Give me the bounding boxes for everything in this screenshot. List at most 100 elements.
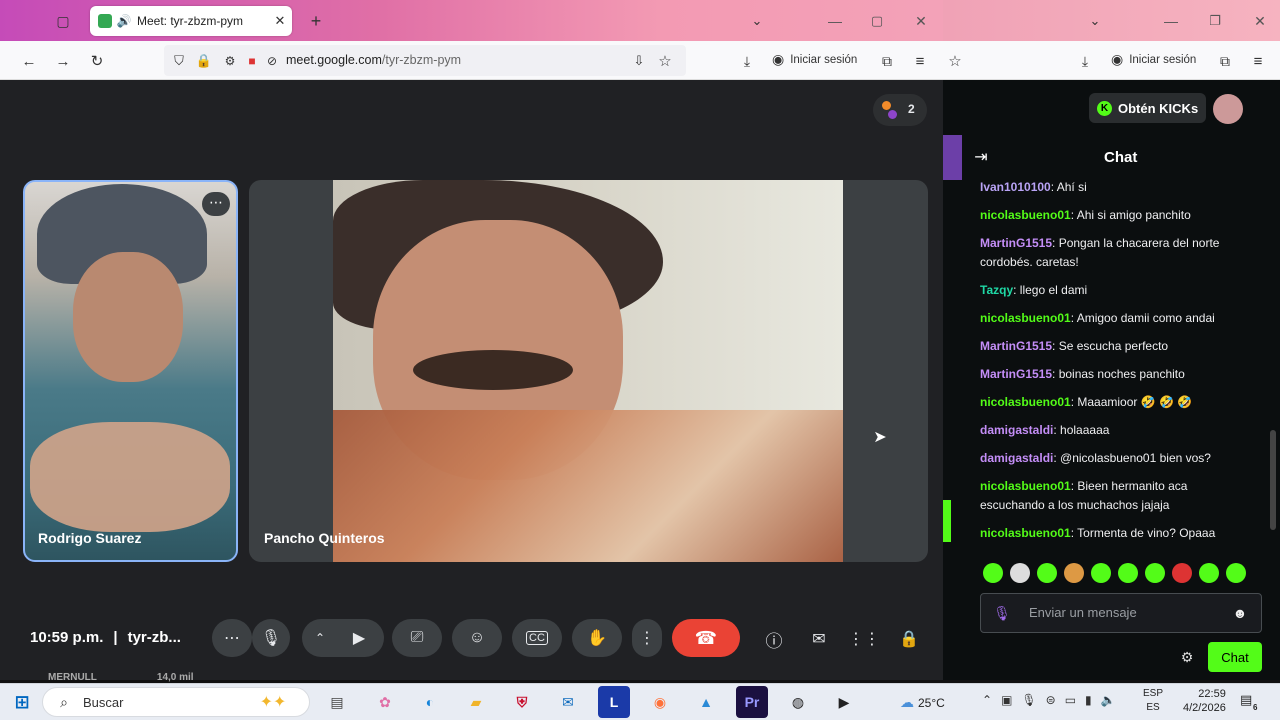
raise-hand-button[interactable]: ✋ [572,619,622,657]
obs-icon[interactable]: ◍ [782,686,814,718]
bookmark-star-icon[interactable]: ☆ [655,51,675,71]
camera-permission-icon[interactable]: ■ [242,51,262,71]
emote-icon[interactable] [1010,563,1030,583]
task-view-icon[interactable]: ▤ [321,686,353,718]
avatar[interactable] [1213,94,1243,124]
tab-meet[interactable]: 🔊 Meet: tyr-zbzm-pym ✕ [90,6,292,36]
send-chat-button[interactable]: Chat [1208,642,1262,672]
minimize-icon[interactable]: — [1160,10,1182,32]
message-input[interactable]: 🎙 Enviar un mensaje ☻ [980,593,1262,633]
chat-username[interactable]: nicolasbueno01 [980,208,1071,222]
windows-start-icon[interactable]: ⊞ [6,686,38,718]
signin-button[interactable]: ◉ Iniciar sesión [772,51,857,68]
host-controls-icon[interactable]: 🔒 [897,627,921,651]
emote-icon[interactable] [1118,563,1138,583]
weather-widget[interactable]: ☁ 25°C [900,694,945,711]
media-player-icon[interactable]: ▶ [828,686,860,718]
chat-username[interactable]: MartinG1515 [980,236,1052,250]
menu-icon[interactable]: ≡ [1247,50,1269,72]
chat-username[interactable]: Ivan1010100 [980,180,1051,194]
address-bar[interactable]: ⛉ 🔒 ⚙ ■ ⊘ meet.google.com/tyr-zbzm-pym ⇩… [164,45,686,76]
reload-icon[interactable]: ↻ [86,50,108,72]
chat-username[interactable]: MartinG1515 [980,367,1052,381]
chat-username[interactable]: damigastaldi [980,451,1053,465]
downloads-icon[interactable]: ⤓ [736,50,758,72]
mcafee-icon[interactable]: ⛨ [506,686,538,718]
more-options-menu-button[interactable]: ⋮ [632,619,662,657]
chat-username[interactable]: nicolasbueno01 [980,479,1071,493]
restore-icon[interactable]: ❐ [1204,10,1226,32]
tab-list-chevron-icon[interactable]: ⌄ [1084,10,1106,32]
taskbar-search[interactable]: ⌕ Buscar ✦✦ [42,687,310,717]
install-app-icon[interactable]: ⇩ [629,51,649,71]
menu-icon[interactable]: ≡ [909,50,931,72]
present-screen-button[interactable]: ⎚ [392,619,442,657]
permissions-icon[interactable]: ⚙ [220,51,240,71]
chat-scrollbar[interactable] [1266,180,1280,548]
firefox-icon[interactable]: ◉ [644,686,676,718]
speaker-icon[interactable]: 🔊 [116,12,132,30]
emote-icon[interactable] [1226,563,1246,583]
collapse-chat-icon[interactable]: ⇥ [971,147,991,167]
emoji-icon[interactable]: ☻ [1231,604,1249,622]
tray-mic-icon[interactable]: 🎙 [1021,693,1036,707]
emote-icon[interactable] [983,563,1003,583]
tray-volume-icon[interactable]: 🔈 [1101,693,1116,707]
extensions-icon[interactable]: ⧉ [1214,50,1236,72]
clock[interactable]: 22:59 4/2/2026 [1183,687,1226,715]
language-indicator[interactable]: ESP ES [1143,687,1163,715]
tray-battery-icon[interactable]: ▮ [1085,693,1092,707]
close-tab-icon[interactable]: ✕ [272,12,288,30]
participants-indicator[interactable]: 2 [873,94,927,126]
chat-username[interactable]: nicolasbueno01 [980,311,1071,325]
emote-icon[interactable] [1064,563,1084,583]
tray-monitor-icon[interactable]: ▭ [1065,693,1076,707]
close-window-icon[interactable]: ✕ [1249,10,1271,32]
end-call-button[interactable]: ☎ [672,619,740,657]
chat-username[interactable]: Tazqy [980,283,1013,297]
signin-button[interactable]: ◉ Iniciar sesión [1111,51,1196,68]
emote-icon[interactable] [1145,563,1165,583]
photos-icon[interactable]: ▲ [690,686,722,718]
new-tab-icon[interactable]: + [305,10,327,32]
chat-username[interactable]: nicolasbueno01 [980,526,1071,540]
tray-app-icon[interactable]: ▣ [1001,693,1012,707]
participant-tile-rodrigo[interactable]: ⋯ Rodrigo Suarez [23,180,238,562]
copilot-app-icon[interactable]: ✿ [369,686,401,718]
bookmark-star-icon[interactable]: ☆ [944,50,966,72]
extensions-icon[interactable]: ⧉ [876,50,898,72]
chat-icon[interactable]: ✉ [807,627,831,651]
microphone-icon[interactable]: 🎙 [993,604,1011,622]
premiere-icon[interactable]: Pr [736,686,768,718]
participant-tile-pancho[interactable]: Pancho Quinteros [249,180,928,562]
scrollbar-thumb[interactable] [1270,430,1276,530]
camera-icon[interactable]: ▶ [348,628,370,648]
outlook-icon[interactable]: ✉ [552,686,584,718]
chat-username[interactable]: nicolasbueno01 [980,395,1071,409]
tray-network-icon[interactable]: ⊜ [1046,693,1056,707]
activities-icon[interactable]: ⋮⋮ [848,627,880,651]
back-icon[interactable]: ← [18,50,40,72]
maximize-icon[interactable]: ▢ [866,10,888,32]
emote-icon[interactable] [1037,563,1057,583]
downloads-icon[interactable]: ⤓ [1074,50,1096,72]
forward-icon[interactable]: → [52,50,74,72]
captions-button[interactable]: CC [512,619,562,657]
more-controls-button[interactable]: ⋯ [212,619,252,657]
tab-list-chevron-icon[interactable]: ⌄ [746,10,768,32]
edge-icon[interactable]: ◐ [414,686,446,718]
microphone-button[interactable]: 🎙 [252,619,290,657]
chat-username[interactable]: MartinG1515 [980,339,1052,353]
chat-settings-gear-icon[interactable]: ⚙ [1178,648,1196,666]
shield-icon[interactable]: ⛉ [169,51,189,71]
get-kicks-button[interactable]: K Obtén KICKs [1089,93,1206,123]
l-app-icon[interactable]: L [598,686,630,718]
chat-username[interactable]: damigastaldi [980,423,1053,437]
close-window-icon[interactable]: ✕ [910,10,932,32]
more-options-button[interactable]: ⋯ [202,192,230,216]
file-explorer-icon[interactable]: ▰ [460,686,492,718]
tray-chevron-icon[interactable]: ⌃ [982,693,992,707]
emote-icon[interactable] [1091,563,1111,583]
meeting-details-icon[interactable]: ⓘ [762,627,786,651]
no-tracking-icon[interactable]: ⊘ [262,51,282,71]
